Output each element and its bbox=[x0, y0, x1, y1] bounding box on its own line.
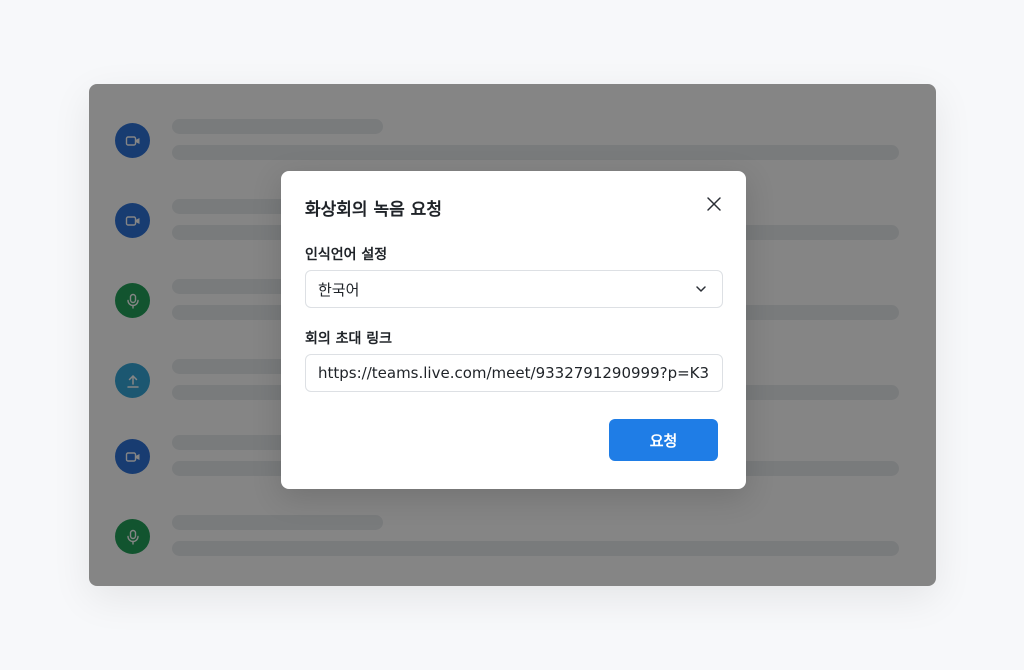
dialog-title: 화상회의 녹음 요청 bbox=[305, 200, 442, 220]
request-button[interactable]: 요청 bbox=[609, 419, 718, 461]
recording-request-dialog: 화상회의 녹음 요청 인식언어 설정 한국어 회의 초대 링크 요청 bbox=[281, 171, 746, 489]
invite-link-label: 회의 초대 링크 bbox=[305, 331, 393, 347]
language-select-value: 한국어 bbox=[318, 280, 360, 299]
language-select[interactable]: 한국어 bbox=[305, 270, 723, 308]
invite-link-input[interactable] bbox=[305, 354, 723, 392]
chevron-down-icon bbox=[696, 286, 706, 292]
close-button[interactable] bbox=[704, 194, 724, 214]
close-icon bbox=[707, 197, 721, 211]
language-label: 인식언어 설정 bbox=[305, 247, 388, 263]
